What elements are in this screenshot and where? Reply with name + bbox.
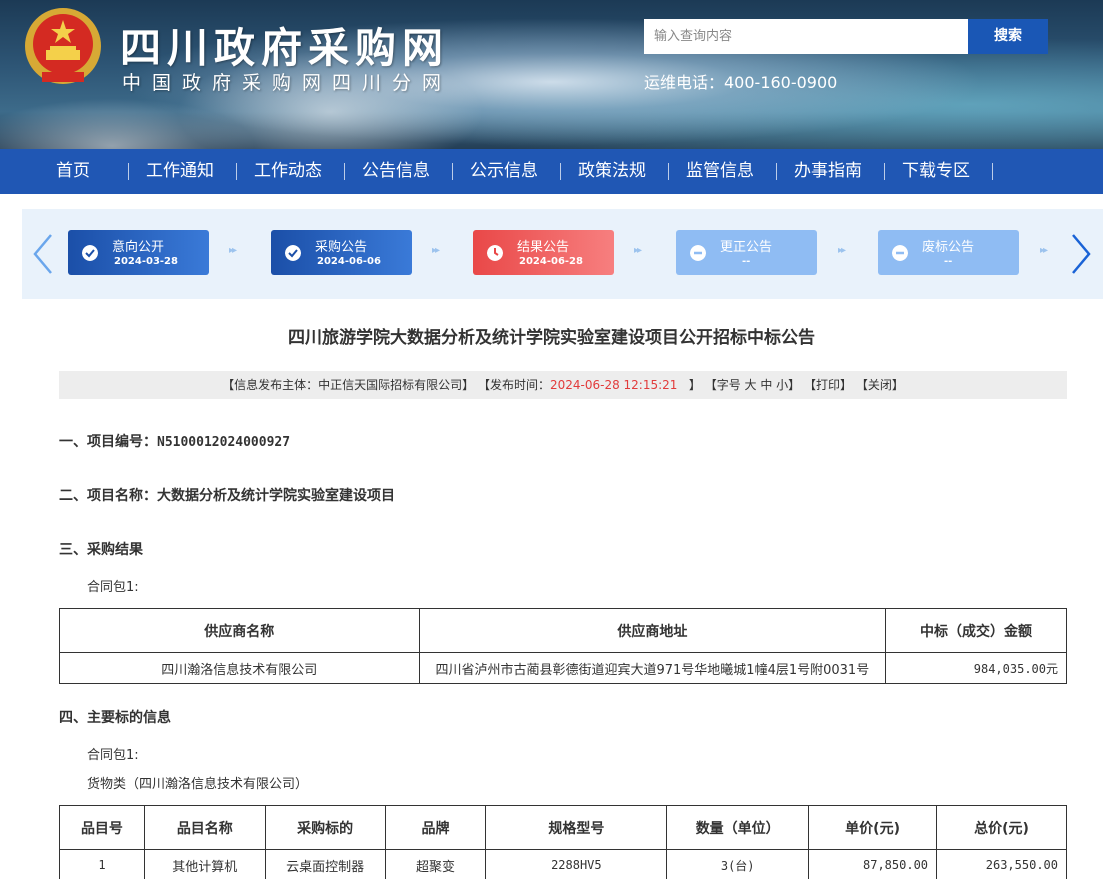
step-arrow-icon: ▸▸ — [229, 245, 237, 256]
step-date: -- — [944, 256, 953, 267]
nav-item-guide[interactable]: 办事指南 — [794, 149, 862, 194]
minus-circle-icon — [690, 245, 706, 261]
step-arrow-icon: ▸▸ — [838, 245, 846, 256]
result-table: 供应商名称 供应商地址 中标（成交）金额 四川瀚洛信息技术有限公司 四川省泸州市… — [59, 608, 1067, 684]
hotline-text: 运维电话：400-160-0900 — [644, 73, 838, 92]
goods-table: 品目号 品目名称 采购标的 品牌 规格型号 数量（单位） 单价(元) 总价(元)… — [59, 805, 1067, 879]
item-total-price: 263,550.00 — [936, 849, 1067, 879]
step-date: 2024-03-28 — [114, 256, 178, 267]
search-button[interactable]: 搜索 — [968, 19, 1048, 54]
project-number: N5100012024000927 — [157, 435, 291, 450]
step-cancel[interactable]: 废标公告 -- — [878, 230, 1019, 275]
site-subtitle: 中国政府采购网四川分网 — [122, 72, 453, 94]
contract-package-label: 合同包1: — [87, 748, 139, 763]
national-emblem-icon — [25, 8, 101, 84]
nav-item-home[interactable]: 首页 — [56, 149, 90, 194]
table-row: 四川瀚洛信息技术有限公司 四川省泸州市古蔺县彰德街道迎宾大道971号华地曦城1幢… — [59, 652, 1067, 684]
section-project-number: 一、项目编号：N5100012024000927 — [59, 431, 290, 451]
table-row: 1 其他计算机 云桌面控制器 超聚变 2288HV5 3(台) 87,850.0… — [59, 849, 1067, 879]
step-intent[interactable]: 意向公开 2024-03-28 — [68, 230, 209, 275]
step-procurement[interactable]: 采购公告 2024-06-06 — [271, 230, 412, 275]
nav-item-policy[interactable]: 政策法规 — [578, 149, 646, 194]
site-title: 四川政府采购网 — [120, 24, 449, 72]
goods-category-label: 货物类（四川瀚洛信息技术有限公司） — [87, 777, 309, 792]
clock-icon — [487, 245, 503, 261]
step-correction[interactable]: 更正公告 -- — [676, 230, 817, 275]
meta-time-close: 】 — [688, 378, 701, 392]
minus-circle-icon — [892, 245, 908, 261]
supplier-name: 四川瀚洛信息技术有限公司 — [59, 652, 420, 684]
step-arrow-icon: ▸▸ — [1040, 245, 1048, 256]
main-nav: 首页 工作通知 工作动态 公告信息 公示信息 政策法规 监管信息 办事指南 下载… — [0, 149, 1103, 194]
table-header: 中标（成交）金额 — [885, 608, 1067, 653]
step-date: 2024-06-06 — [317, 256, 381, 267]
meta-time-label: 【发布时间： — [477, 378, 550, 392]
table-header: 品目号 — [59, 805, 145, 850]
nav-item-announcements[interactable]: 公告信息 — [362, 149, 430, 194]
search-input[interactable]: 输入查询内容 — [644, 19, 968, 54]
award-amount: 984,035.00元 — [885, 652, 1067, 684]
step-date: 2024-06-28 — [519, 256, 583, 267]
supplier-address: 四川省泸州市古蔺县彰德街道迎宾大道971号华地曦城1幢4层1号附0031号 — [418, 652, 887, 684]
table-header: 单价(元) — [808, 805, 938, 850]
table-header: 数量（单位） — [666, 805, 810, 850]
section-project-name: 二、项目名称：大数据分析及统计学院实验室建设项目 — [59, 488, 395, 504]
item-name: 其他计算机 — [143, 849, 266, 879]
print-link[interactable]: 【打印】 — [804, 378, 852, 392]
article-meta-bar: 【信息发布主体：中正信天国际招标有限公司】 【发布时间：2024-06-28 1… — [59, 371, 1067, 399]
check-circle-icon — [285, 245, 301, 261]
nav-item-notices[interactable]: 工作通知 — [146, 149, 214, 194]
step-result[interactable]: 结果公告 2024-06-28 — [473, 230, 614, 275]
step-name: 意向公开 — [112, 240, 165, 255]
table-header: 品牌 — [384, 805, 487, 850]
table-header: 规格型号 — [485, 805, 668, 850]
font-size-controls[interactable]: 【字号 大 中 小】 — [705, 378, 800, 392]
meta-time-value: 2024-06-28 12:15:21 — [549, 378, 678, 392]
section-procurement-result: 三、采购结果 — [59, 542, 143, 558]
table-header: 采购标的 — [264, 805, 386, 850]
section-main-items: 四、主要标的信息 — [59, 710, 171, 726]
close-link[interactable]: 【关闭】 — [856, 378, 904, 392]
nav-item-news[interactable]: 工作动态 — [254, 149, 322, 194]
meta-publisher: 【信息发布主体：中正信天国际招标有限公司】 — [222, 378, 475, 392]
step-date: -- — [742, 256, 751, 267]
article-title: 四川旅游学院大数据分析及统计学院实验室建设项目公开招标中标公告 — [288, 328, 815, 348]
check-circle-icon — [82, 245, 98, 261]
item-model: 2288HV5 — [485, 849, 668, 879]
section-label: 一、项目编号： — [59, 434, 157, 450]
item-brand: 超聚变 — [384, 849, 487, 879]
table-header: 总价(元) — [936, 805, 1067, 850]
chevron-left-icon[interactable] — [31, 233, 55, 275]
nav-item-supervision[interactable]: 监管信息 — [686, 149, 754, 194]
step-arrow-icon: ▸▸ — [634, 245, 642, 256]
table-header: 供应商地址 — [418, 608, 887, 653]
step-name: 结果公告 — [517, 240, 570, 255]
table-header: 品目名称 — [143, 805, 266, 850]
nav-item-downloads[interactable]: 下载专区 — [902, 149, 970, 194]
step-name: 采购公告 — [315, 240, 368, 255]
header-banner: 四川政府采购网 中国政府采购网四川分网 输入查询内容 搜索 运维电话：400-1… — [0, 0, 1103, 149]
item-quantity: 3(台) — [666, 849, 810, 879]
item-unit-price: 87,850.00 — [808, 849, 938, 879]
item-target: 云桌面控制器 — [264, 849, 386, 879]
step-arrow-icon: ▸▸ — [432, 245, 440, 256]
step-name: 废标公告 — [922, 240, 975, 255]
table-header: 供应商名称 — [59, 608, 420, 653]
chevron-right-icon[interactable] — [1069, 233, 1093, 275]
nav-item-publicity[interactable]: 公示信息 — [470, 149, 538, 194]
step-name: 更正公告 — [720, 240, 773, 255]
contract-package-label: 合同包1: — [87, 580, 139, 595]
item-number: 1 — [59, 849, 145, 879]
